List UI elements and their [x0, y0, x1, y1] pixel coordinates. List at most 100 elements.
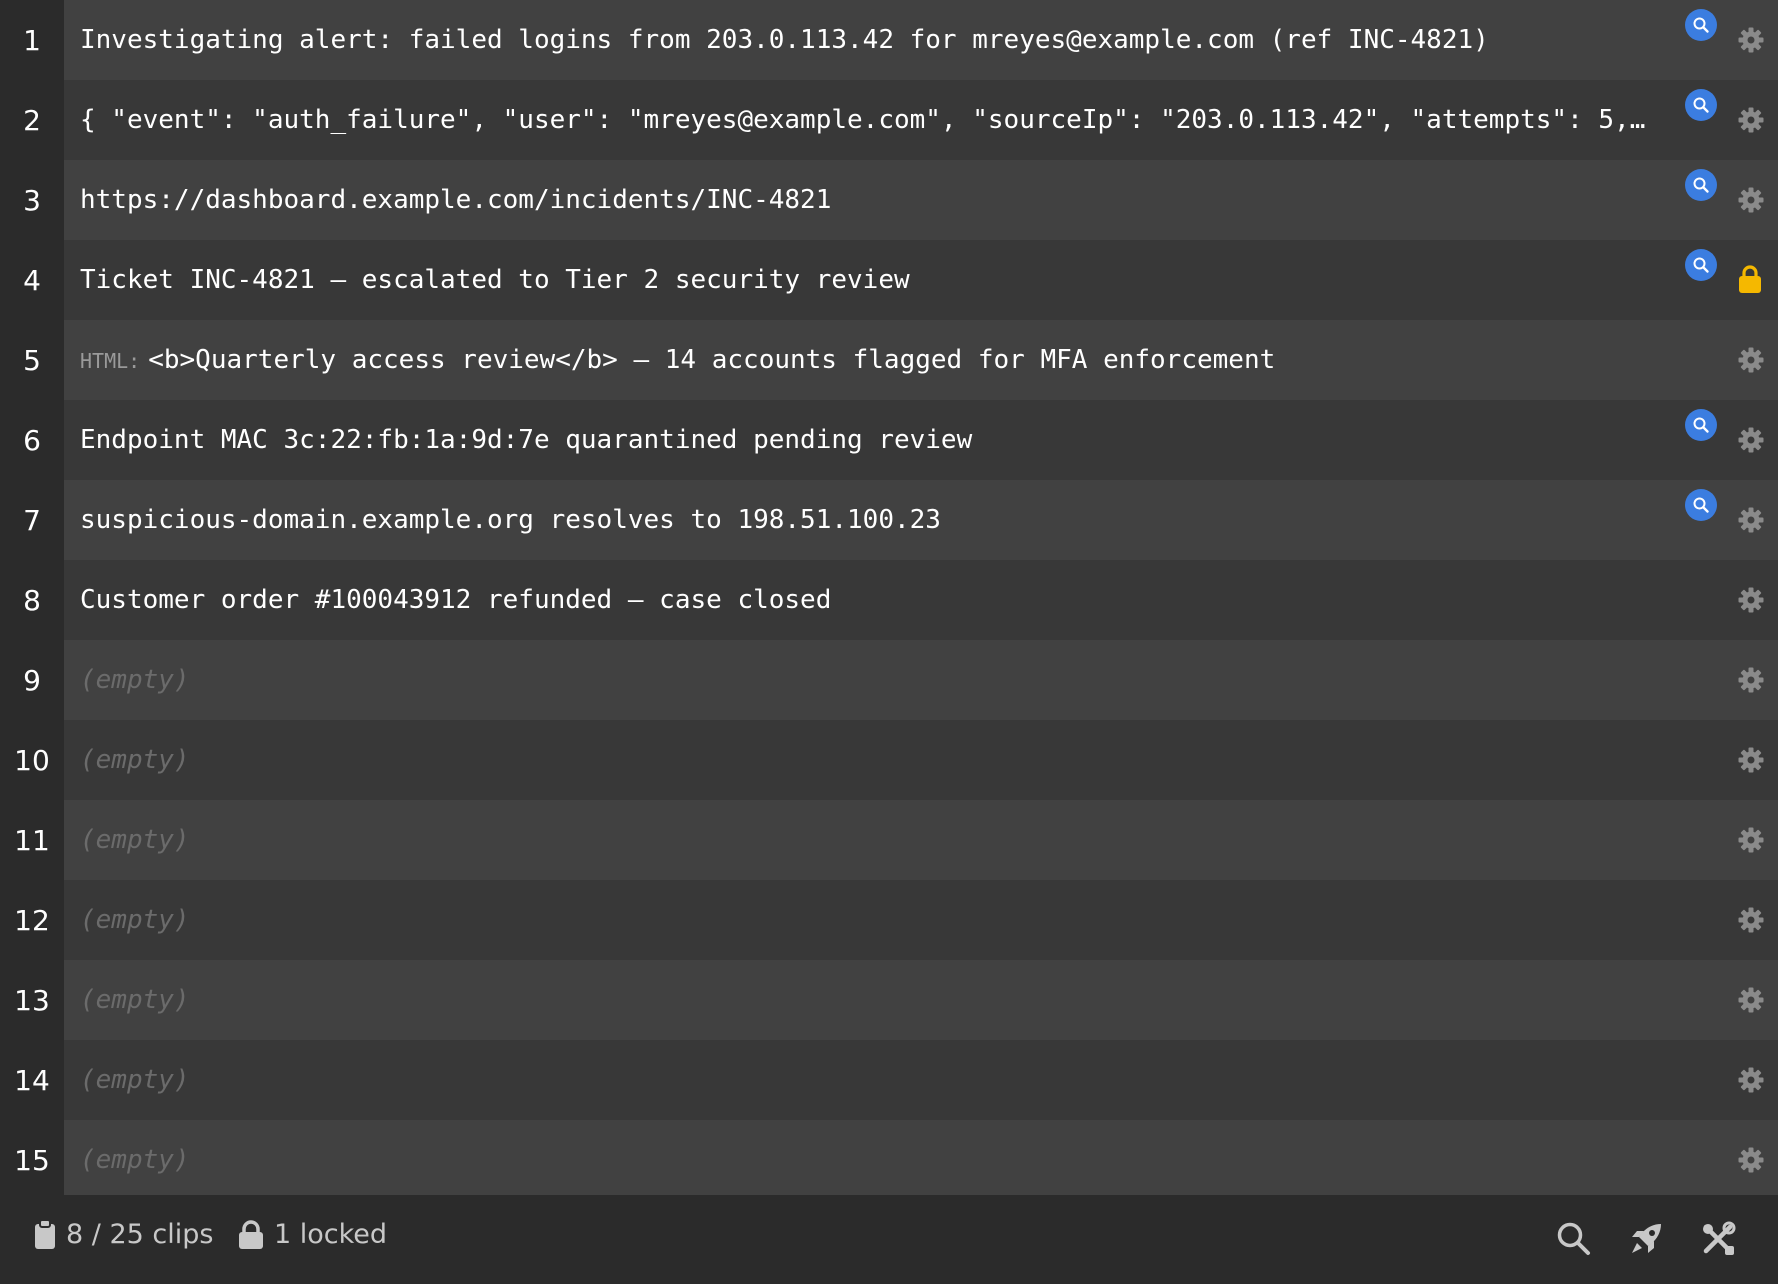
clip-text[interactable]: { "event": "auth_failure", "user": "mrey…: [80, 80, 1660, 160]
clip-body[interactable]: Customer order #100043912 refunded — cas…: [64, 560, 1778, 640]
clip-row[interactable]: 1 Investigating alert: failed logins from…: [0, 0, 1778, 80]
clip-empty-placeholder[interactable]: (empty): [80, 880, 1660, 960]
gear-icon[interactable]: [1738, 907, 1764, 933]
clip-body[interactable]: Endpoint MAC 3c:22:fb:1a:9d:7e quarantin…: [64, 400, 1778, 480]
clip-body[interactable]: (empty): [64, 960, 1778, 1040]
gear-icon[interactable]: [1738, 587, 1764, 613]
gear-icon[interactable]: [1738, 507, 1764, 533]
clip-row[interactable]: 13 (empty): [0, 960, 1778, 1040]
clip-row[interactable]: 5 HTML: <b>Quarterly access review</b> — 1…: [0, 320, 1778, 400]
clip-body[interactable]: suspicious-domain.example.org resolves t…: [64, 480, 1778, 560]
clip-body[interactable]: (empty): [64, 800, 1778, 880]
gear-icon[interactable]: [1738, 1067, 1764, 1093]
clip-text[interactable]: Endpoint MAC 3c:22:fb:1a:9d:7e quarantin…: [80, 400, 1660, 480]
gear-icon[interactable]: [1738, 1147, 1764, 1173]
clip-empty-placeholder[interactable]: (empty): [80, 800, 1660, 880]
clip-index: 3: [0, 160, 64, 240]
gear-icon[interactable]: [1738, 427, 1764, 453]
tools-button[interactable]: [1698, 1219, 1738, 1259]
gear-icon[interactable]: [1738, 747, 1764, 773]
search-icon: [1693, 177, 1709, 193]
search-button[interactable]: [1554, 1219, 1594, 1259]
clip-body[interactable]: (empty): [64, 880, 1778, 960]
gear-icon[interactable]: [1738, 187, 1764, 213]
clip-body[interactable]: { "event": "auth_failure", "user": "mrey…: [64, 80, 1778, 160]
search-clip-button[interactable]: [1685, 89, 1717, 121]
clip-list: 1 Investigating alert: failed logins from…: [0, 0, 1778, 1200]
clip-text[interactable]: HTML: <b>Quarterly access review</b> — 14…: [80, 320, 1660, 400]
clip-row[interactable]: 3 https://dashboard.example.com/incidents…: [0, 160, 1778, 240]
clip-body[interactable]: (empty): [64, 1040, 1778, 1120]
clip-row[interactable]: 12 (empty): [0, 880, 1778, 960]
clip-row[interactable]: 15 (empty): [0, 1120, 1778, 1200]
rocket-icon: [1632, 1224, 1661, 1253]
clip-row[interactable]: 2 { "event": "auth_failure", "user": "mre…: [0, 80, 1778, 160]
clip-index: 4: [0, 240, 64, 320]
gear-icon[interactable]: [1738, 987, 1764, 1013]
clip-content: Investigating alert: failed logins from …: [80, 25, 1489, 55]
lock-icon[interactable]: [1738, 264, 1762, 294]
clip-content: (empty): [80, 1145, 190, 1175]
clip-body[interactable]: (empty): [64, 720, 1778, 800]
gear-icon[interactable]: [1738, 27, 1764, 53]
clip-row[interactable]: 8 Customer order #100043912 refunded — ca…: [0, 560, 1778, 640]
clip-count: 8 / 25 clips: [34, 1219, 213, 1250]
search-icon: [1557, 1222, 1590, 1255]
clip-body[interactable]: HTML: <b>Quarterly access review</b> — 14…: [64, 320, 1778, 400]
clipboard-icon: [35, 1219, 55, 1249]
clip-empty-placeholder[interactable]: (empty): [80, 960, 1660, 1040]
clip-row[interactable]: 14 (empty): [0, 1040, 1778, 1120]
html-format-label: HTML:: [80, 349, 141, 373]
clip-text[interactable]: https://dashboard.example.com/incidents/…: [80, 160, 1660, 240]
clip-empty-placeholder[interactable]: (empty): [80, 1040, 1660, 1120]
search-clip-button[interactable]: [1685, 169, 1717, 201]
clip-empty-placeholder[interactable]: (empty): [80, 720, 1660, 800]
gear-icon[interactable]: [1738, 347, 1764, 373]
clip-body[interactable]: Investigating alert: failed logins from …: [64, 0, 1778, 80]
clip-text[interactable]: Ticket INC-4821 — escalated to Tier 2 se…: [80, 240, 1660, 320]
clip-row[interactable]: 9 (empty): [0, 640, 1778, 720]
clip-row[interactable]: 4 Ticket INC-4821 — escalated to Tier 2 s…: [0, 240, 1778, 320]
clip-content: (empty): [80, 1065, 190, 1095]
clip-index: 9: [0, 640, 64, 720]
gear-icon[interactable]: [1738, 667, 1764, 693]
lock-icon: [239, 1219, 263, 1249]
clip-row[interactable]: 6 Endpoint MAC 3c:22:fb:1a:9d:7e quaranti…: [0, 400, 1778, 480]
clip-content: https://dashboard.example.com/incidents/…: [80, 185, 832, 215]
clip-text[interactable]: Customer order #100043912 refunded — cas…: [80, 560, 1660, 640]
clip-body[interactable]: (empty): [64, 640, 1778, 720]
gear-icon[interactable]: [1738, 107, 1764, 133]
search-icon: [1693, 257, 1709, 273]
launch-button[interactable]: [1626, 1219, 1666, 1259]
locked-count: 1 locked: [238, 1219, 387, 1250]
search-clip-button[interactable]: [1685, 9, 1717, 41]
clip-index: 12: [0, 880, 64, 960]
clip-text[interactable]: Investigating alert: failed logins from …: [80, 0, 1660, 80]
clip-index: 7: [0, 480, 64, 560]
search-clip-button[interactable]: [1685, 249, 1717, 281]
clip-row[interactable]: 10 (empty): [0, 720, 1778, 800]
clip-index: 2: [0, 80, 64, 160]
gear-icon[interactable]: [1738, 827, 1764, 853]
clip-index: 8: [0, 560, 64, 640]
clip-body[interactable]: (empty): [64, 1120, 1778, 1200]
clip-index: 6: [0, 400, 64, 480]
clip-empty-placeholder[interactable]: (empty): [80, 1120, 1660, 1200]
clip-row[interactable]: 11 (empty): [0, 800, 1778, 880]
status-bar: 8 / 25 clips 1 locked: [0, 1195, 1778, 1284]
clip-empty-placeholder[interactable]: (empty): [80, 640, 1660, 720]
clip-row[interactable]: 7 suspicious-domain.example.org resolves …: [0, 480, 1778, 560]
search-icon: [1693, 417, 1709, 433]
clip-index: 13: [0, 960, 64, 1040]
clip-body[interactable]: Ticket INC-4821 — escalated to Tier 2 se…: [64, 240, 1778, 320]
search-clip-button[interactable]: [1685, 489, 1717, 521]
clip-index: 5: [0, 320, 64, 400]
clip-content: (empty): [80, 985, 190, 1015]
clip-content: (empty): [80, 745, 190, 775]
search-clip-button[interactable]: [1685, 409, 1717, 441]
clip-body[interactable]: https://dashboard.example.com/incidents/…: [64, 160, 1778, 240]
clip-content: (empty): [80, 665, 190, 695]
clip-index: 10: [0, 720, 64, 800]
clip-text[interactable]: suspicious-domain.example.org resolves t…: [80, 480, 1660, 560]
clip-content: { "event": "auth_failure", "user": "mrey…: [80, 105, 1660, 135]
